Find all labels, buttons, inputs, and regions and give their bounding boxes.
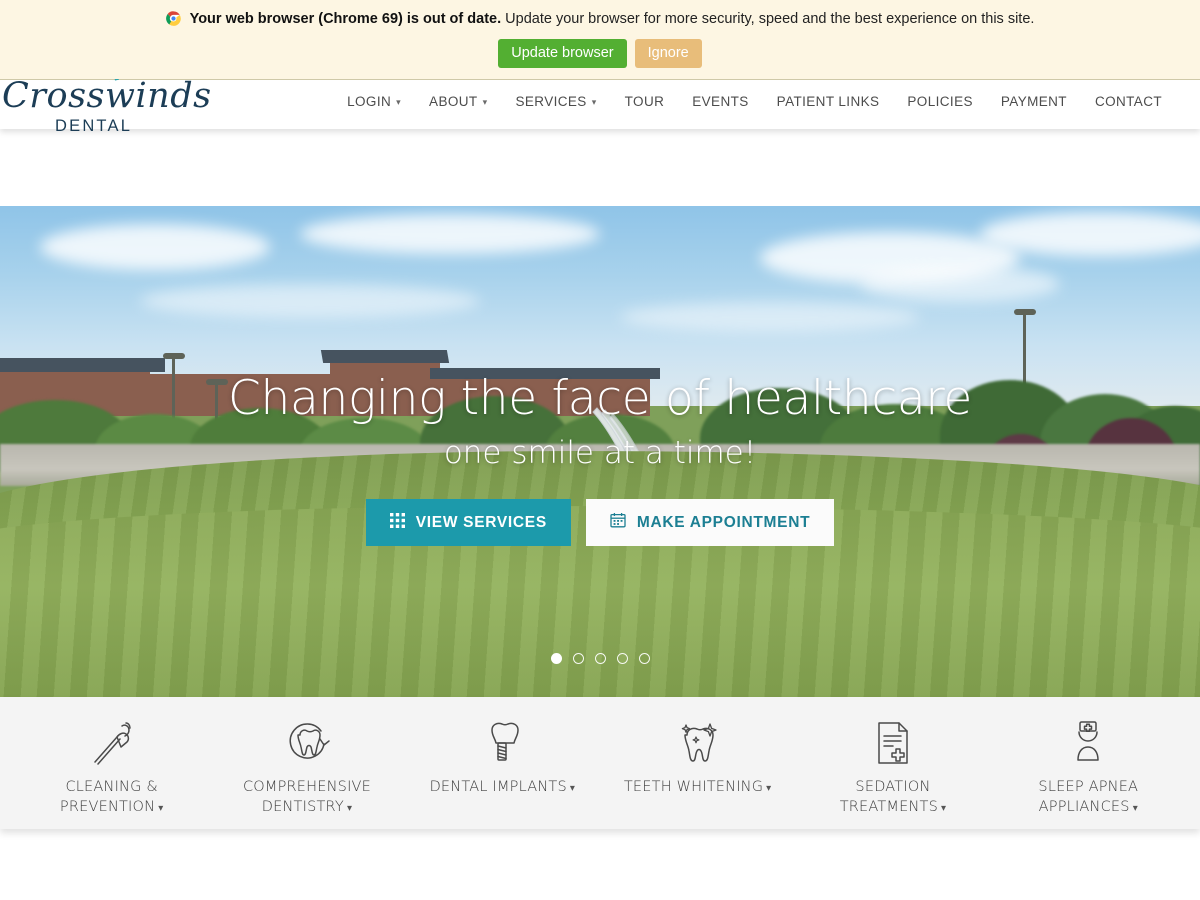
carousel-dot-4[interactable] (616, 653, 628, 664)
service-label: CLEANING & PREVENTION ▾ (60, 777, 164, 819)
service-label-line1: COMPREHENSIVE (242, 779, 372, 795)
hero-subtitle: one smile at a time! (443, 435, 757, 472)
nav-label: LOGIN (347, 94, 392, 109)
service-label-line2: APPLIANCES (1038, 799, 1130, 815)
chevron-down-icon: ▾ (158, 803, 164, 814)
service-label-line2: PREVENTION (59, 799, 156, 815)
service-label-line1: CLEANING & (65, 779, 158, 795)
nav-item-patient-links[interactable]: PATIENT LINKS (763, 91, 894, 112)
grid-icon (389, 512, 405, 533)
dental-implant-icon (476, 717, 528, 769)
service-label-line1: TEETH WHITENING (623, 779, 764, 795)
service-item-teeth-whitening[interactable]: TEETH WHITENING ▾ (600, 703, 795, 823)
carousel-dot-1[interactable] (550, 653, 562, 664)
hero-title: Changing the face of healthcare (227, 371, 973, 426)
nav-item-contact[interactable]: CONTACT (1081, 91, 1176, 112)
main-navigation: LOGIN ▾ ABOUT ▾ SERVICES ▾ TOUR EVENTS P… (333, 91, 1176, 112)
browser-update-notice: Your web browser (Chrome 69) is out of d… (0, 0, 1200, 79)
header-content-gap (0, 129, 1200, 206)
service-item-dental-implants[interactable]: DENTAL IMPLANTS ▾ (405, 703, 600, 823)
calendar-icon (610, 512, 626, 533)
service-label: TEETH WHITENING ▾ (624, 777, 772, 799)
service-label-line1: SEDATION (855, 779, 931, 795)
view-services-button[interactable]: VIEW SERVICES (365, 499, 571, 547)
hero-overlay-content: Changing the face of healthcare one smil… (0, 206, 1200, 697)
service-label-line2: TREATMENTS (839, 799, 939, 815)
below-fold-section: Welcome to our office (0, 829, 1200, 900)
nav-label: CONTACT (1094, 94, 1162, 109)
tooth-circle-arrow-icon (281, 717, 333, 769)
browser-notice-actions: Update browser Ignore (0, 39, 1200, 68)
logo-sub-text: DENTAL (55, 117, 133, 132)
carousel-pagination (0, 653, 1200, 664)
nav-label: SERVICES (515, 94, 587, 109)
carousel-dot-2[interactable] (572, 653, 584, 664)
chevron-down-icon: ▾ (766, 783, 772, 794)
update-browser-button[interactable]: Update browser (498, 39, 627, 68)
service-item-sedation-treatments[interactable]: SEDATION TREATMENTS ▾ (795, 703, 990, 823)
ignore-update-button[interactable]: Ignore (634, 39, 702, 68)
nav-label: ABOUT (429, 94, 478, 109)
service-label: SEDATION TREATMENTS ▾ (840, 777, 947, 819)
hero-carousel: Changing the face of healthcare one smil… (0, 206, 1200, 697)
nav-label: PAYMENT (1000, 94, 1067, 109)
service-item-sleep-apnea-appliances[interactable]: SLEEP APNEA APPLIANCES ▾ (991, 703, 1186, 823)
service-item-cleaning-prevention[interactable]: CLEANING & PREVENTION ▾ (14, 703, 209, 823)
service-label-line1: DENTAL IMPLANTS (429, 779, 567, 795)
medical-document-icon (867, 717, 919, 769)
dentist-figure-icon (1062, 717, 1114, 769)
service-label-line2: DENTISTRY (261, 799, 344, 815)
chevron-down-icon: ▾ (482, 97, 488, 107)
nav-label: EVENTS (692, 94, 749, 109)
nav-label: PATIENT LINKS (776, 94, 880, 109)
nav-label: POLICIES (907, 94, 973, 109)
service-label: SLEEP APNEA APPLIANCES ▾ (1038, 777, 1138, 819)
chevron-down-icon: ▾ (396, 97, 402, 107)
logo-script-text: Crosswinds (2, 76, 212, 116)
service-item-comprehensive-dentistry[interactable]: COMPREHENSIVE DENTISTRY ▾ (209, 703, 404, 823)
services-quicklinks-strip: CLEANING & PREVENTION ▾ COMPREHENSIVE DEN… (0, 697, 1200, 829)
site-header: Crosswinds DENTAL LOGIN ▾ ABOUT ▾ SERVIC… (0, 66, 1200, 132)
sparkle-tooth-icon (672, 717, 724, 769)
hero-cta-group: VIEW SERVICES MAKE APPOINTMENT (365, 499, 835, 547)
nav-item-policies[interactable]: POLICIES (893, 91, 986, 112)
view-services-label: VIEW SERVICES (415, 513, 547, 531)
nav-item-payment[interactable]: PAYMENT (987, 91, 1081, 112)
chrome-icon (165, 11, 181, 32)
nav-item-services[interactable]: SERVICES ▾ (501, 91, 610, 112)
chevron-down-icon: ▾ (1132, 803, 1138, 814)
service-label: DENTAL IMPLANTS ▾ (430, 777, 576, 799)
nav-item-tour[interactable]: TOUR (611, 91, 679, 112)
browser-notice-rest: Update your browser for more security, s… (505, 11, 1035, 27)
chevron-down-icon: ▾ (591, 97, 597, 107)
browser-notice-text: Your web browser (Chrome 69) is out of d… (0, 9, 1200, 32)
nav-item-events[interactable]: EVENTS (678, 91, 762, 112)
service-label: COMPREHENSIVE DENTISTRY ▾ (243, 777, 371, 819)
nav-item-login[interactable]: LOGIN ▾ (333, 91, 415, 112)
toothbrush-icon (86, 717, 138, 769)
nav-label: TOUR (624, 94, 665, 109)
service-label-line1: SLEEP APNEA (1038, 779, 1139, 795)
chevron-down-icon: ▾ (569, 783, 576, 794)
carousel-dot-3[interactable] (594, 653, 606, 664)
chevron-down-icon: ▾ (346, 803, 353, 814)
chevron-down-icon: ▾ (941, 803, 947, 814)
make-appointment-label: MAKE APPOINTMENT (636, 513, 811, 531)
make-appointment-button[interactable]: MAKE APPOINTMENT (585, 499, 835, 547)
browser-notice-bold: Your web browser (Chrome 69) is out of d… (189, 11, 502, 27)
carousel-dot-5[interactable] (638, 653, 650, 664)
nav-item-about[interactable]: ABOUT ▾ (415, 91, 501, 112)
